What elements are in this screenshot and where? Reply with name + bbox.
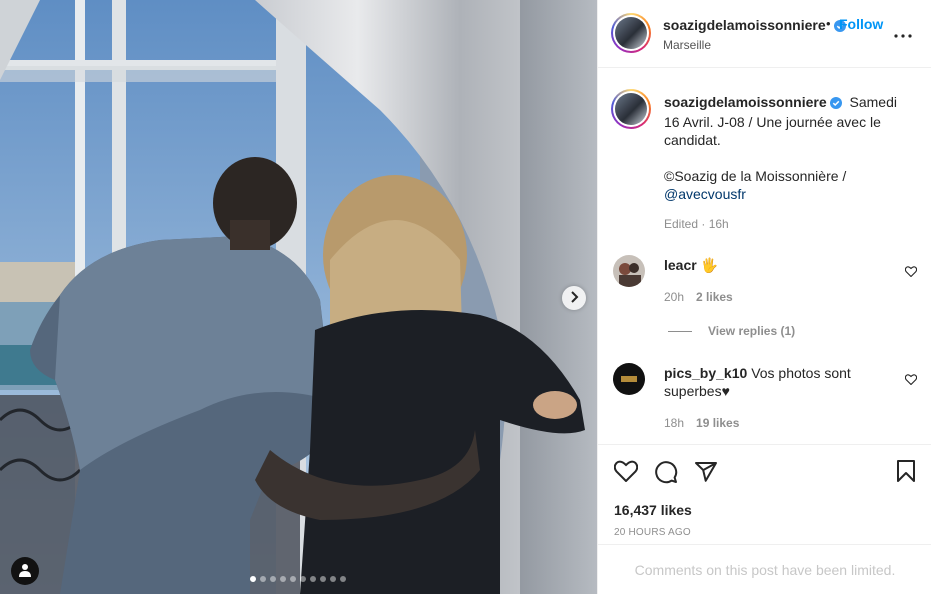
carousel-dot xyxy=(290,576,296,582)
comment-heart-icon[interactable] xyxy=(904,264,918,280)
carousel-dot xyxy=(340,576,346,582)
comment-text: pics_by_k10 Vos photos sont superbes♥ xyxy=(664,364,886,400)
share-icon[interactable] xyxy=(694,460,718,487)
comment-likes[interactable]: 19 likes xyxy=(696,416,739,430)
comment-username[interactable]: leacr xyxy=(664,257,697,273)
carousel-dot xyxy=(250,576,256,582)
carousel-dot xyxy=(280,576,286,582)
caption-meta: Edited · 16h xyxy=(664,217,729,231)
comment-time[interactable]: 18h xyxy=(664,416,684,430)
author-username-text[interactable]: soazigdelamoissonniere xyxy=(663,17,826,33)
verified-badge-icon xyxy=(829,95,842,113)
carousel-next-button[interactable] xyxy=(562,286,586,310)
comment-meta: 18h 19 likes xyxy=(664,416,739,430)
carousel-dots xyxy=(250,576,346,582)
post-actions: 16,437 likes 20 HOURS AGO xyxy=(598,444,931,544)
view-replies-label: View replies (1) xyxy=(708,324,796,338)
caption-line-2: ©Soazig de la Moissonnière / xyxy=(664,168,847,184)
user-tag-icon xyxy=(18,563,32,580)
carousel-dot xyxy=(320,576,326,582)
post-time-ago[interactable]: 20 HOURS AGO xyxy=(614,527,691,538)
comment-username[interactable]: pics_by_k10 xyxy=(664,365,747,381)
bookmark-icon[interactable] xyxy=(896,460,916,485)
caption-avatar[interactable] xyxy=(611,89,651,129)
post-side-panel: soazigdelamoissonniere • Follow Marseill… xyxy=(597,0,931,594)
comment-body: 🖐 xyxy=(700,257,719,273)
carousel-dot xyxy=(300,576,306,582)
comment-avatar[interactable] xyxy=(613,363,645,395)
caption-text: soazigdelamoissonniere Samedi 16 Avril. … xyxy=(664,93,916,203)
more-options-icon[interactable] xyxy=(894,25,912,41)
caption-username[interactable]: soazigdelamoissonniere xyxy=(664,94,842,110)
view-replies-line xyxy=(668,330,692,332)
heart-icon[interactable] xyxy=(613,460,639,485)
comment-icon[interactable] xyxy=(654,460,678,487)
comment-time[interactable]: 20h xyxy=(664,290,684,304)
view-replies-button[interactable]: View replies (1) xyxy=(668,324,795,338)
carousel-dot xyxy=(330,576,336,582)
comments-limited-notice: Comments on this post have been limited. xyxy=(598,544,931,594)
post-header: soazigdelamoissonniere • Follow Marseill… xyxy=(598,0,931,68)
caption-mention-link[interactable]: @avecvousfr xyxy=(664,186,746,202)
header-bullet: • xyxy=(826,16,831,31)
comment-avatar[interactable] xyxy=(613,255,645,287)
carousel-dot xyxy=(310,576,316,582)
comment-heart-icon[interactable] xyxy=(904,372,918,388)
post-photo[interactable] xyxy=(0,0,597,594)
chevron-right-icon xyxy=(569,290,579,306)
carousel-dot xyxy=(270,576,276,582)
tagged-users-button[interactable] xyxy=(11,557,39,585)
author-username[interactable]: soazigdelamoissonniere xyxy=(663,17,846,35)
likes-count[interactable]: 16,437 likes xyxy=(614,502,692,518)
comment-meta: 20h 2 likes xyxy=(664,290,733,304)
post-location[interactable]: Marseille xyxy=(663,38,711,52)
author-avatar[interactable] xyxy=(611,13,651,53)
follow-button[interactable]: Follow xyxy=(839,16,883,32)
photo-scene xyxy=(0,0,597,594)
comment-text: leacr 🖐 xyxy=(664,256,886,274)
carousel-dot xyxy=(260,576,266,582)
comment-likes[interactable]: 2 likes xyxy=(696,290,733,304)
